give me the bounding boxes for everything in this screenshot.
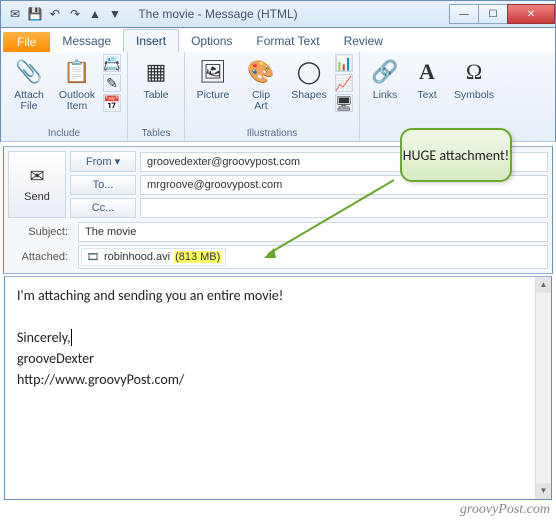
video-file-icon: 🎞	[86, 250, 100, 264]
picture-button[interactable]: 🖼 Picture	[191, 54, 235, 103]
prev-item-icon[interactable]: ▲	[87, 6, 103, 22]
vertical-scrollbar[interactable]: ▲ ▼	[535, 277, 551, 499]
screenshot-icon[interactable]: 🖥	[335, 94, 353, 112]
attachment-item[interactable]: 🎞 robinhood.avi (813 MB)	[81, 248, 226, 266]
calendar-icon[interactable]: 📅	[103, 94, 121, 112]
scroll-down-icon[interactable]: ▼	[536, 483, 551, 499]
ribbon: 📎 AttachFile 📋 OutlookItem 📇 ✎ 📅 Include	[0, 52, 556, 142]
outlook-item-button[interactable]: 📋 OutlookItem	[55, 54, 99, 114]
redo-icon[interactable]: ↷	[67, 6, 83, 22]
clip-art-button[interactable]: 🎨 ClipArt	[239, 54, 283, 114]
body-blank	[17, 308, 539, 325]
group-label-illustrations: Illustrations	[191, 126, 353, 141]
subject-label: Subject:	[8, 223, 74, 241]
watermark: groovyPost.com	[460, 502, 550, 518]
cc-button[interactable]: Cc...	[70, 198, 136, 218]
ribbon-group-include: 📎 AttachFile 📋 OutlookItem 📇 ✎ 📅 Include	[1, 52, 128, 141]
symbols-icon: Ω	[458, 56, 490, 88]
close-button[interactable]: ✕	[507, 4, 555, 24]
attachment-well[interactable]: 🎞 robinhood.avi (813 MB)	[78, 245, 548, 269]
minimize-button[interactable]: —	[449, 4, 479, 24]
ribbon-group-tables: ▦ Table Tables	[128, 52, 185, 141]
body-sig1: Sincerely,	[17, 329, 539, 346]
chart-icon[interactable]: 📈	[335, 74, 353, 92]
smartart-icon[interactable]: 📊	[335, 54, 353, 72]
to-button[interactable]: To...	[70, 175, 136, 195]
text-icon: A	[411, 56, 443, 88]
symbols-button[interactable]: Ω Symbols	[450, 54, 498, 103]
ribbon-tabs: File Message Insert Options Format Text …	[0, 28, 556, 52]
undo-icon[interactable]: ↶	[47, 6, 63, 22]
from-button[interactable]: From ▾	[70, 151, 136, 172]
body-sig2: grooveDexter	[17, 350, 539, 367]
outlook-message-window: ✉ 💾 ↶ ↷ ▲ ▼ The movie - Message (HTML) —…	[0, 0, 556, 520]
outlook-item-icon: 📋	[61, 56, 93, 88]
picture-icon: 🖼	[197, 56, 229, 88]
quick-access-toolbar: ✉ 💾 ↶ ↷ ▲ ▼	[1, 6, 123, 22]
body-line: I'm attaching and sending you an entire …	[17, 287, 539, 304]
scroll-up-icon[interactable]: ▲	[536, 277, 551, 293]
attached-label: Attached:	[8, 248, 74, 266]
ribbon-group-misc: 🔗 Links A Text Ω Symbols	[360, 52, 504, 141]
business-card-icon[interactable]: 📇	[103, 54, 121, 72]
compose-header: ✉ Send From ▾ groovedexter@groovypost.co…	[3, 146, 553, 274]
tab-review[interactable]: Review	[332, 30, 395, 52]
text-button[interactable]: A Text	[408, 54, 446, 103]
tab-message[interactable]: Message	[50, 30, 123, 52]
paperclip-icon: 📎	[13, 56, 45, 88]
signature-icon[interactable]: ✎	[103, 74, 121, 92]
to-field[interactable]: mrgroove@groovypost.com	[140, 175, 548, 195]
tab-options[interactable]: Options	[179, 30, 244, 52]
message-body[interactable]: I'm attaching and sending you an entire …	[4, 276, 552, 500]
attachment-size: (813 MB)	[174, 251, 221, 263]
ribbon-group-illustrations: 🖼 Picture 🎨 ClipArt ◯ Shapes 📊 📈 🖥 Illu	[185, 52, 360, 141]
cc-field[interactable]	[140, 198, 548, 218]
shapes-button[interactable]: ◯ Shapes	[287, 54, 331, 103]
send-icon: ✉	[29, 166, 44, 187]
shapes-icon: ◯	[293, 56, 325, 88]
attachment-filename: robinhood.avi	[104, 251, 170, 263]
group-label-include: Include	[7, 126, 121, 141]
app-icon: ✉	[7, 6, 23, 22]
table-icon: ▦	[140, 56, 172, 88]
tab-format-text[interactable]: Format Text	[244, 30, 331, 52]
links-icon: 🔗	[369, 56, 401, 88]
save-icon[interactable]: 💾	[27, 6, 43, 22]
group-label-tables: Tables	[134, 126, 178, 141]
from-field[interactable]: groovedexter@groovypost.com	[140, 152, 548, 172]
window-buttons: — ☐ ✕	[450, 4, 555, 24]
title-bar: ✉ 💾 ↶ ↷ ▲ ▼ The movie - Message (HTML) —…	[0, 0, 556, 28]
tab-insert[interactable]: Insert	[123, 29, 179, 52]
table-button[interactable]: ▦ Table	[134, 54, 178, 103]
subject-field[interactable]: The movie	[78, 222, 548, 242]
links-button[interactable]: 🔗 Links	[366, 54, 404, 103]
body-sig3: http://www.groovyPost.com/	[17, 371, 539, 388]
attach-file-button[interactable]: 📎 AttachFile	[7, 54, 51, 114]
send-button[interactable]: ✉ Send	[8, 151, 66, 218]
next-item-icon[interactable]: ▼	[107, 6, 123, 22]
clip-art-icon: 🎨	[245, 56, 277, 88]
file-tab[interactable]: File	[3, 32, 50, 52]
maximize-button[interactable]: ☐	[478, 4, 508, 24]
